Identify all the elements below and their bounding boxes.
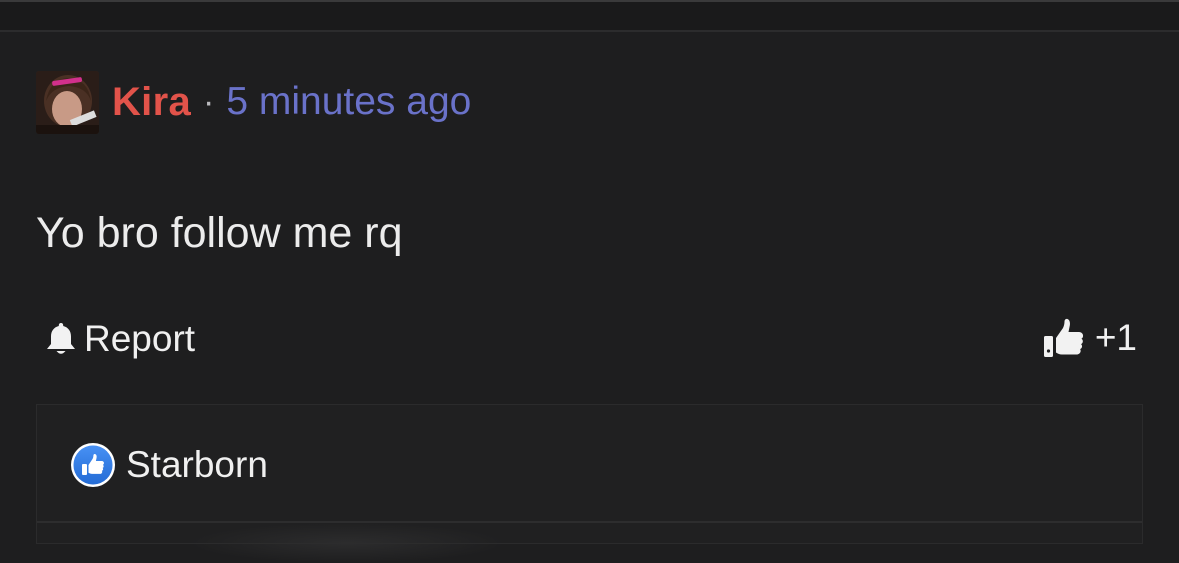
like-button[interactable]: +1 (1043, 314, 1137, 362)
thumbs-up-icon (1043, 317, 1085, 359)
reaction-item[interactable]: Starborn (70, 441, 268, 489)
like-count: +1 (1094, 317, 1137, 358)
top-divider-strip (0, 0, 1179, 32)
comment-text: Yo bro follow me rq (36, 209, 403, 257)
comment-timestamp[interactable]: 5 minutes ago (226, 80, 471, 124)
comment-card: Kira · 5 minutes ago Yo bro follow me rq… (0, 34, 1179, 563)
bell-icon (44, 321, 78, 357)
report-button[interactable]: Report (44, 316, 195, 362)
thumbs-up-badge-icon (70, 442, 116, 488)
reaction-username: Starborn (126, 444, 268, 485)
comment-author[interactable]: Kira (112, 80, 191, 125)
avatar[interactable] (36, 70, 99, 134)
decorative-shadow (187, 523, 507, 563)
report-label: Report (84, 318, 196, 359)
meta-separator: · (203, 82, 215, 121)
avatar-photo (36, 70, 99, 134)
reactions-panel: Starborn (36, 404, 1143, 563)
comment-header: Kira · 5 minutes ago (36, 70, 471, 134)
